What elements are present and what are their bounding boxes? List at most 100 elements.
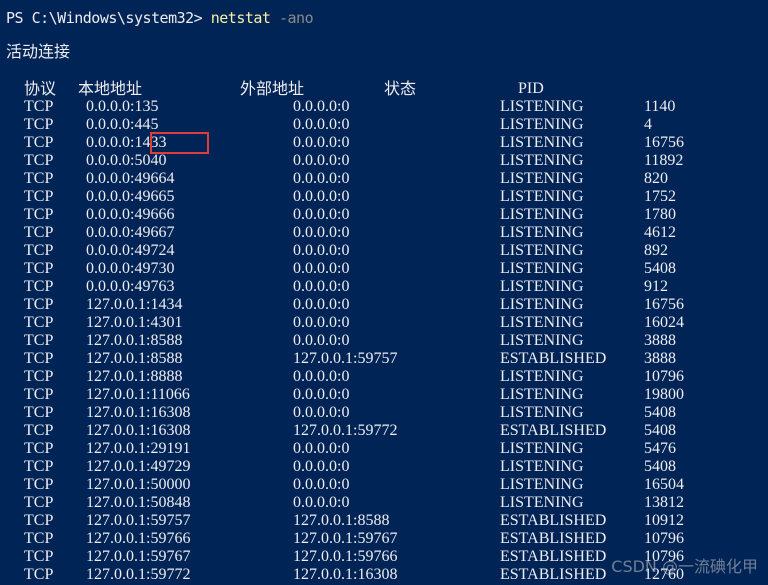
cell-local-address: 127.0.0.1:59767 — [86, 548, 191, 565]
cell-pid: 10796 — [644, 368, 684, 385]
cell-state: LISTENING — [500, 134, 584, 151]
cell-protocol: TCP — [24, 458, 54, 475]
cell-local-address: 127.0.0.1:11066 — [86, 386, 190, 403]
cell-protocol: TCP — [24, 530, 54, 547]
cell-foreign-address: 0.0.0.0:0 — [293, 206, 350, 223]
table-row: TCP 0.0.0.0:49667 0.0.0.0:0 LISTENING 4612 — [0, 224, 768, 242]
cell-pid: 1780 — [644, 206, 676, 223]
cell-pid: 4 — [644, 116, 652, 133]
cell-foreign-address: 127.0.0.1:8588 — [293, 512, 390, 529]
cell-pid: 5408 — [644, 260, 676, 277]
cell-local-address: 127.0.0.1:50848 — [86, 494, 191, 511]
cell-state: ESTABLISHED — [500, 548, 607, 565]
cell-pid: 11892 — [644, 152, 684, 169]
cell-protocol: TCP — [24, 368, 54, 385]
column-header-state: 状态 — [384, 79, 417, 98]
cell-local-address: 127.0.0.1:16308 — [86, 422, 191, 439]
cell-foreign-address: 0.0.0.0:0 — [293, 278, 350, 295]
cell-protocol: TCP — [24, 98, 54, 115]
cell-local-address: 0.0.0.0:49724 — [86, 242, 175, 259]
table-row: TCP 0.0.0.0:135 0.0.0.0:0 LISTENING 1140 — [0, 98, 768, 116]
cell-state: LISTENING — [500, 314, 584, 331]
cell-local-address: 0.0.0.0:445 — [86, 116, 159, 133]
cell-protocol: TCP — [24, 548, 54, 565]
cell-pid: 3888 — [644, 332, 676, 349]
cell-foreign-address: 0.0.0.0:0 — [293, 224, 350, 241]
cell-protocol: TCP — [24, 116, 54, 133]
powershell-terminal[interactable]: PS C:\Windows\system32> netstat -ano 活动连… — [0, 0, 768, 585]
cell-local-address: 127.0.0.1:29191 — [86, 440, 191, 457]
table-row: TCP 127.0.0.1:50000 0.0.0.0:0 LISTENING 1650… — [0, 476, 768, 494]
table-row: TCP 127.0.0.1:16308 127.0.0.1:59772 ESTABLI… — [0, 422, 768, 440]
cell-pid: 912 — [644, 278, 668, 295]
command-name: netstat — [210, 9, 271, 27]
cell-state: LISTENING — [500, 260, 584, 277]
table-row: TCP 127.0.0.1:59766 127.0.0.1:59767 ESTABLI… — [0, 530, 768, 548]
cell-foreign-address: 0.0.0.0:0 — [293, 170, 350, 187]
table-row: TCP 127.0.0.1:29191 0.0.0.0:0 LISTENING 5476 — [0, 440, 768, 458]
cell-state: LISTENING — [500, 98, 584, 115]
cell-foreign-address: 0.0.0.0:0 — [293, 188, 350, 205]
cell-local-address: 127.0.0.1:59766 — [86, 530, 191, 547]
cell-local-address: 127.0.0.1:8888 — [86, 368, 183, 385]
cell-foreign-address: 0.0.0.0:0 — [293, 332, 350, 349]
column-header-foreign-address: 外部地址 — [240, 79, 305, 98]
column-header-local-address: 本地地址 — [78, 79, 143, 98]
cell-state: LISTENING — [500, 386, 584, 403]
cell-foreign-address: 0.0.0.0:0 — [293, 386, 350, 403]
table-row: TCP 127.0.0.1:4301 0.0.0.0:0 LISTENING 16024 — [0, 314, 768, 332]
cell-local-address: 0.0.0.0:135 — [86, 98, 159, 115]
cell-local-address: 0.0.0.0:49763 — [86, 278, 175, 295]
cell-pid: 820 — [644, 170, 668, 187]
cell-protocol: TCP — [24, 296, 54, 313]
cell-foreign-address: 0.0.0.0:0 — [293, 494, 350, 511]
cell-foreign-address: 0.0.0.0:0 — [293, 440, 350, 457]
table-row: TCP 0.0.0.0:49665 0.0.0.0:0 LISTENING 1752 — [0, 188, 768, 206]
cell-local-address: 0.0.0.0:5040 — [86, 152, 167, 169]
cell-local-address: 127.0.0.1:50000 — [86, 476, 191, 493]
table-row: TCP 0.0.0.0:5040 0.0.0.0:0 LISTENING 11892 — [0, 152, 768, 170]
cell-state: ESTABLISHED — [500, 350, 607, 367]
cell-foreign-address: 0.0.0.0:0 — [293, 404, 350, 421]
table-row: TCP 127.0.0.1:50848 0.0.0.0:0 LISTENING 1381… — [0, 494, 768, 512]
table-row: TCP 0.0.0.0:49666 0.0.0.0:0 LISTENING 1780 — [0, 206, 768, 224]
csdn-watermark: CSDN @一流碘化甲 — [611, 557, 758, 576]
cell-pid: 5408 — [644, 404, 676, 421]
cell-foreign-address: 0.0.0.0:0 — [293, 116, 350, 133]
port-1433-highlight-box — [150, 132, 209, 154]
cell-protocol: TCP — [24, 242, 54, 259]
cell-foreign-address: 0.0.0.0:0 — [293, 296, 350, 313]
cell-pid: 16504 — [644, 476, 684, 493]
cell-local-address: 127.0.0.1:59757 — [86, 512, 191, 529]
cell-pid: 5408 — [644, 458, 676, 475]
table-row: TCP 0.0.0.0:445 0.0.0.0:0 LISTENING 4 — [0, 116, 768, 134]
cell-foreign-address: 127.0.0.1:16308 — [293, 566, 398, 583]
cell-protocol: TCP — [24, 386, 54, 403]
command-args: -ano — [270, 9, 314, 27]
cell-pid: 892 — [644, 242, 668, 259]
cell-protocol: TCP — [24, 512, 54, 529]
cell-protocol: TCP — [24, 404, 54, 421]
table-row: TCP 127.0.0.1:59757 127.0.0.1:8588 ESTABLIS… — [0, 512, 768, 530]
cell-local-address: 127.0.0.1:49729 — [86, 458, 191, 475]
cell-foreign-address: 0.0.0.0:0 — [293, 152, 350, 169]
cell-state: LISTENING — [500, 242, 584, 259]
cell-foreign-address: 127.0.0.1:59757 — [293, 350, 398, 367]
cell-state: LISTENING — [500, 296, 584, 313]
cell-protocol: TCP — [24, 188, 54, 205]
cell-state: LISTENING — [500, 458, 584, 475]
cell-pid: 13812 — [644, 494, 684, 511]
column-header-proto: 协议 — [24, 79, 57, 98]
cell-local-address: 0.0.0.0:49664 — [86, 170, 175, 187]
cell-state: LISTENING — [500, 152, 584, 169]
cell-pid: 10796 — [644, 530, 684, 547]
cell-foreign-address: 127.0.0.1:59766 — [293, 548, 398, 565]
cell-state: ESTABLISHED — [500, 422, 607, 439]
cell-state: LISTENING — [500, 476, 584, 493]
cell-pid: 1752 — [644, 188, 676, 205]
cell-pid: 4612 — [644, 224, 676, 241]
cell-state: LISTENING — [500, 440, 584, 457]
cell-pid: 5476 — [644, 440, 676, 457]
table-row: TCP 127.0.0.1:8588 127.0.0.1:59757 ESTABLIS… — [0, 350, 768, 368]
cell-foreign-address: 0.0.0.0:0 — [293, 134, 350, 151]
